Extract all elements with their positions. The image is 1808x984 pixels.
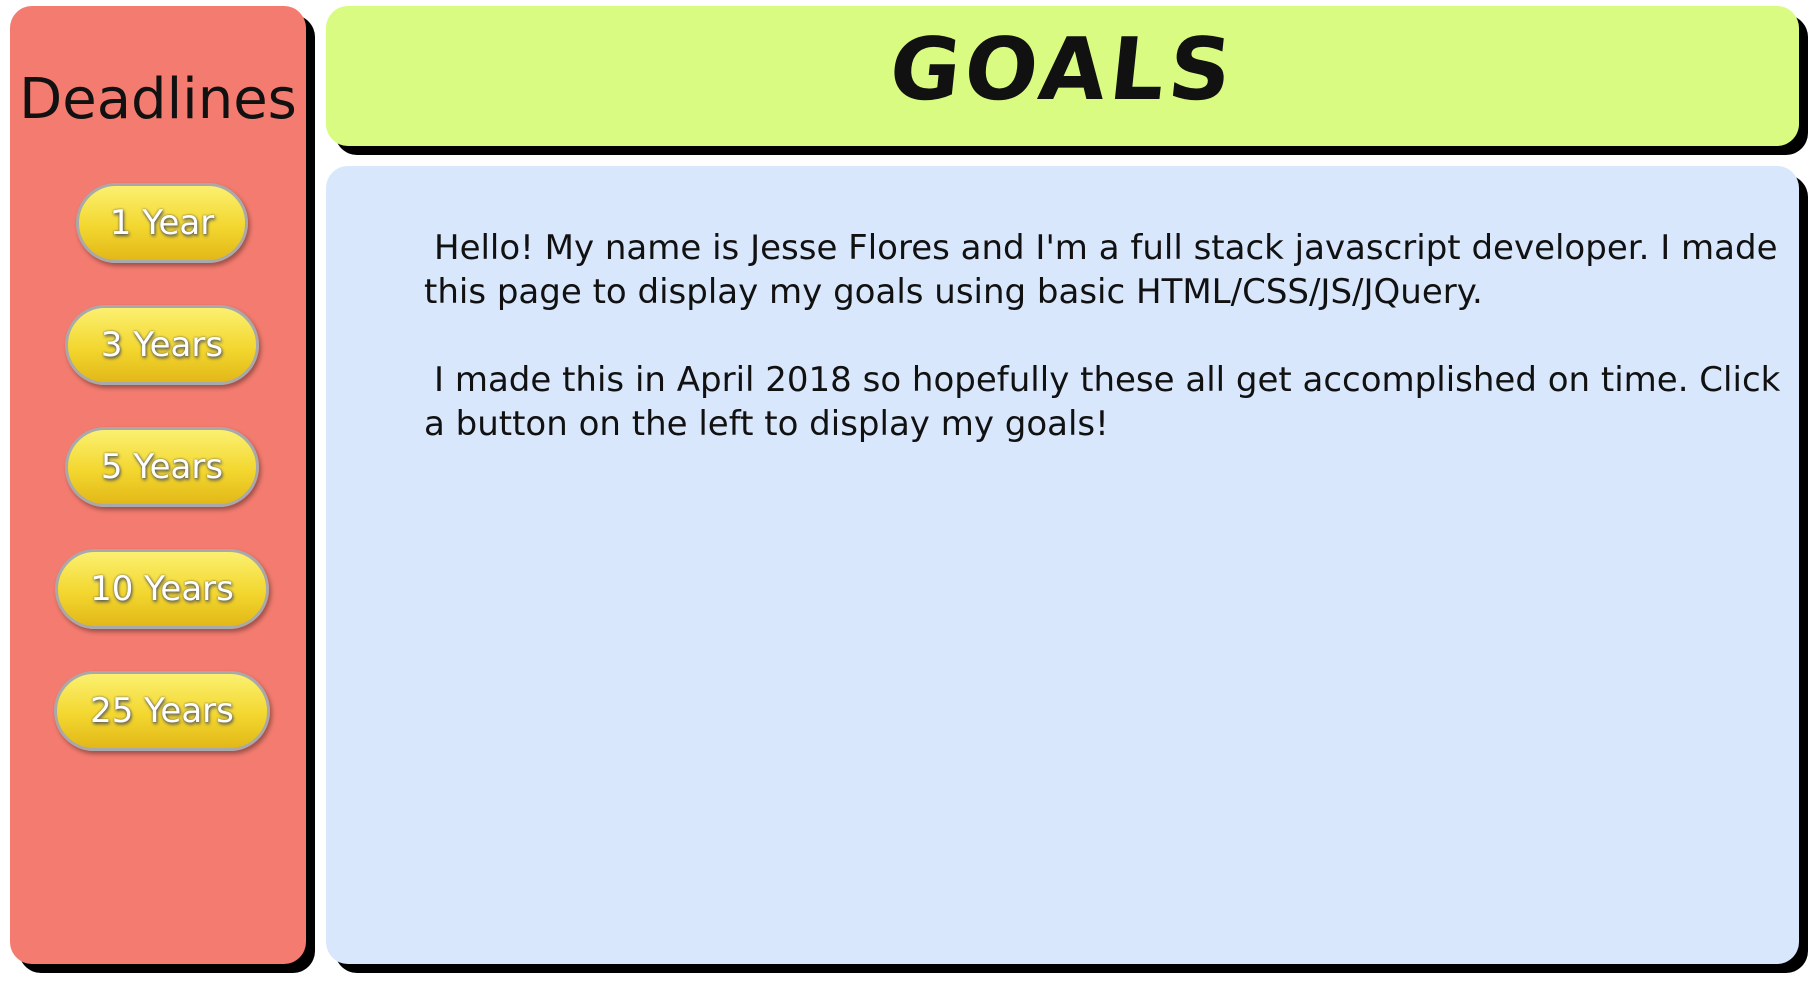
deadline-button-10-years[interactable]: 10 Years [55,549,269,629]
goals-content-panel: Hello! My name is Jesse Flores and I'm a… [326,166,1799,964]
intro-text: Hello! My name is Jesse Flores and I'm a… [424,226,1796,490]
deadline-button-3-years[interactable]: 3 Years [65,305,259,385]
header-banner: GOALS [326,6,1799,146]
intro-paragraph: I made this in April 2018 so hopefully t… [424,360,1781,444]
intro-paragraph: Hello! My name is Jesse Flores and I'm a… [424,228,1778,312]
deadline-button-25-years[interactable]: 25 Years [54,671,270,751]
deadline-button-1-year[interactable]: 1 Year [76,183,248,263]
deadline-button-5-years[interactable]: 5 Years [65,427,259,507]
page-title: GOALS [884,20,1241,120]
sidebar-title: Deadlines [19,67,297,132]
deadlines-sidebar: Deadlines 1 Year 3 Years 5 Years 10 Year… [10,6,306,964]
